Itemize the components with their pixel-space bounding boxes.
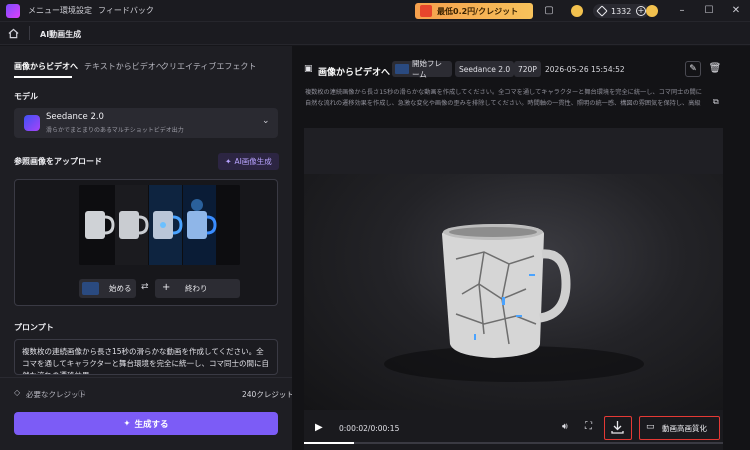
- credits-badge[interactable]: 1332 +: [593, 4, 649, 18]
- copy-icon[interactable]: ⧉: [713, 97, 719, 107]
- close-icon[interactable]: ✕: [730, 5, 742, 17]
- gem-icon: [596, 5, 608, 17]
- video-player[interactable]: [304, 174, 723, 410]
- video-enhance-button[interactable]: ▭ 動画高画質化: [639, 416, 720, 440]
- result-title: 画像からビデオへ: [318, 68, 391, 78]
- prompt-label: プロンプト: [14, 323, 54, 332]
- download-button[interactable]: [604, 416, 632, 440]
- fullscreen-icon[interactable]: ⛶: [585, 421, 592, 432]
- home-icon[interactable]: [8, 28, 19, 39]
- created-datetime: 2026-05-26 15:54:52: [545, 65, 625, 74]
- required-credits-label: 必要なクレジット: [26, 390, 86, 399]
- window-icon[interactable]: ▢: [543, 5, 555, 17]
- model-label: モデル: [14, 92, 38, 101]
- required-credits-value: 240クレジット: [242, 390, 294, 399]
- video-progress-fill: [304, 442, 355, 444]
- image-icon: ▣: [304, 64, 313, 74]
- tab-text-to-video[interactable]: テキストからビデオへ: [84, 61, 164, 72]
- sparkle-icon: ✦: [225, 157, 232, 166]
- trash-icon[interactable]: 🗑: [708, 61, 722, 77]
- tab-indicator: [14, 76, 72, 78]
- menu-item-preferences[interactable]: 環境設定: [60, 5, 92, 16]
- enhance-icon: ▭: [646, 422, 655, 432]
- page-title: AI動画生成: [40, 30, 82, 39]
- chevron-down-icon[interactable]: ⌄: [262, 116, 270, 126]
- model-desc: 滑らかでまとまりのあるマルチショットビデオ出力: [46, 127, 184, 134]
- minimize-icon[interactable]: –: [676, 5, 688, 17]
- sub-header: [0, 22, 750, 45]
- model-name: Seedance 2.0: [46, 112, 104, 122]
- ref-upload-label: 参照画像をアップロード: [14, 157, 102, 166]
- reference-image[interactable]: [79, 185, 240, 265]
- video-time: 0:00:02/0:00:15: [339, 424, 400, 433]
- model-tag: Seedance 2.0: [455, 61, 515, 77]
- sparkle-icon: ✦: [123, 418, 131, 429]
- avatar-icon[interactable]: [646, 5, 658, 17]
- generate-button[interactable]: ✦ 生成する: [14, 412, 278, 435]
- menu-item-menu[interactable]: メニュー: [28, 5, 60, 16]
- play-icon[interactable]: ▶: [315, 422, 323, 433]
- info-icon[interactable]: ⓘ: [78, 389, 85, 399]
- seedance-logo-icon: [24, 115, 40, 131]
- download-icon: [611, 421, 624, 434]
- tab-creative-effects[interactable]: クリエイティブエフェクト: [161, 61, 256, 72]
- swap-icon[interactable]: ⇄: [141, 282, 149, 292]
- app-logo-icon: [6, 4, 20, 18]
- prompt-text[interactable]: 複数枚の連続画像から長さ15秒の滑らかな動画を作成してください。全コマを通してキ…: [22, 346, 270, 374]
- ai-image-gen-button[interactable]: ✦ AI画像生成: [218, 153, 279, 170]
- menu-item-feedback[interactable]: フィードバック: [98, 5, 154, 16]
- volume-icon[interactable]: 🔊︎: [562, 422, 568, 432]
- start-frame-thumbnail: [395, 64, 409, 74]
- edit-icon[interactable]: ✎: [685, 61, 701, 77]
- video-letterbox: [304, 128, 723, 174]
- start-frame-thumbnail: [82, 282, 99, 295]
- gem-icon: ◇: [14, 388, 21, 397]
- divider: [29, 26, 30, 40]
- result-description: 複数枚の連続画像から長さ15秒の滑らかな動画を作成してください。全コマを通してキ…: [305, 89, 702, 107]
- maximize-icon[interactable]: ☐: [703, 5, 715, 17]
- plus-icon: +: [162, 282, 171, 293]
- promo-banner[interactable]: 最低0.2円/クレジット: [415, 3, 533, 19]
- divider: [0, 377, 292, 378]
- coin-icon[interactable]: [571, 5, 583, 17]
- gift-icon: [420, 5, 432, 17]
- plus-icon[interactable]: +: [636, 6, 646, 16]
- video-progress-track[interactable]: [304, 442, 723, 444]
- tab-image-to-video[interactable]: 画像からビデオへ: [14, 61, 78, 72]
- resolution-tag: 720P: [514, 61, 541, 77]
